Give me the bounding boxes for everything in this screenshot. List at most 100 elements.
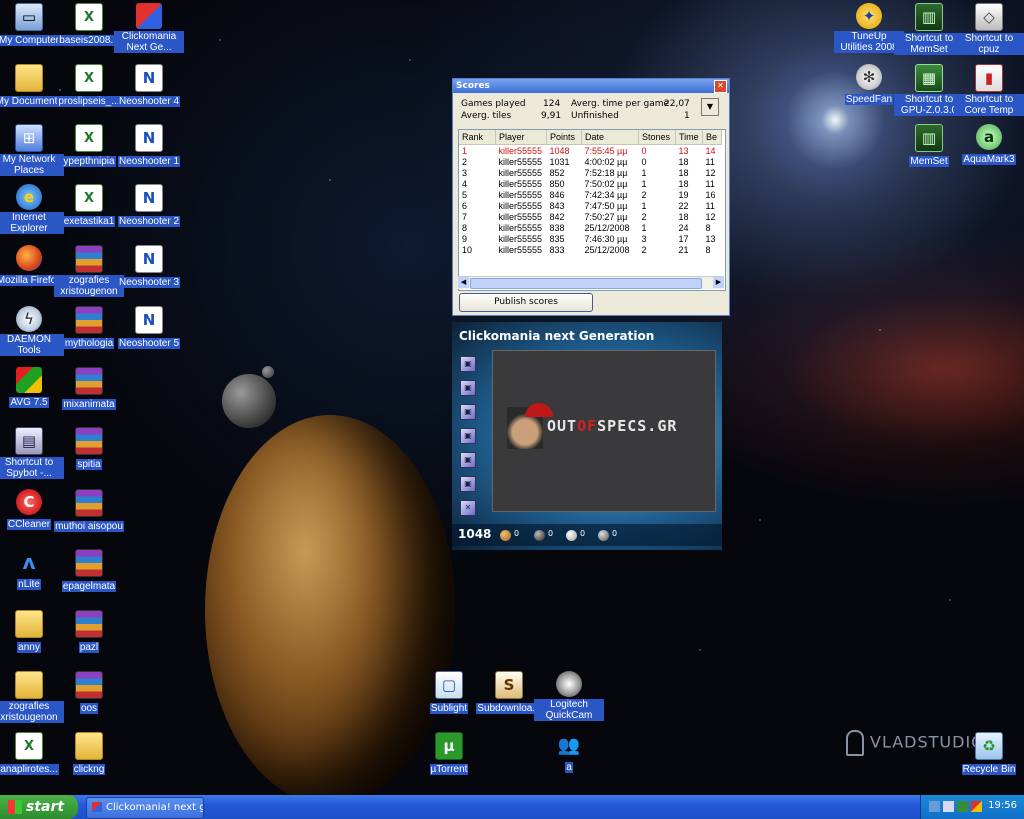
dark-ball-icon — [534, 530, 545, 541]
table-cell: 7:46:30 µµ — [584, 233, 628, 244]
desktop-icon-oos[interactable]: oos — [54, 671, 124, 714]
close-icon[interactable]: ✕ — [460, 500, 476, 516]
desktop-icon-spitia[interactable]: spitia — [54, 427, 124, 470]
desktop-icon-recycle-bin[interactable]: ♻ Recycle Bin — [954, 732, 1024, 775]
folder-icon — [15, 671, 43, 699]
dropdown-arrow-icon[interactable]: ▼ — [701, 98, 719, 116]
desktop-icon-neoshooter-1[interactable]: N Neoshooter 1 — [114, 124, 184, 167]
table-row[interactable]: 6 killer55555 843 7:47:50 µµ 1 22 11 — [459, 200, 722, 211]
table-cell: 13 — [678, 145, 689, 156]
game-board[interactable]: OUTOFSPECS.GR — [492, 350, 716, 512]
aquamark-icon: a — [976, 124, 1002, 150]
unfinished-value: 1 — [684, 111, 690, 121]
column-header[interactable]: Points — [546, 130, 582, 145]
table-cell: killer55555 — [498, 145, 543, 156]
cube-tool-icon[interactable]: ▣ — [460, 428, 476, 444]
horizontal-scrollbar[interactable]: ◀ ▶ — [458, 276, 724, 289]
cube-tool-icon[interactable]: ▣ — [460, 476, 476, 492]
desktop-icon-a[interactable]: 👥 a — [534, 732, 604, 773]
desktop-icon-epagelmata[interactable]: epagelmata — [54, 549, 124, 592]
table-cell: 8 — [705, 222, 711, 233]
shield-tray-icon[interactable] — [957, 801, 968, 812]
scroll-right-icon[interactable]: ▶ — [713, 277, 724, 288]
figure-icon — [846, 730, 864, 756]
column-header[interactable]: Date — [581, 130, 639, 145]
table-row[interactable]: 1 killer55555 1048 7:55:45 µµ 0 13 14 — [459, 145, 722, 157]
desktop-icon-cpuz[interactable]: ◇ Shortcut to cpuz — [954, 3, 1024, 55]
desktop-icon-muthoi-aisopou[interactable]: muthoi aisopou — [54, 489, 124, 532]
table-cell: 11 — [705, 200, 715, 211]
column-header[interactable]: Player — [495, 130, 547, 145]
table-row[interactable]: 3 killer55555 852 7:52:18 µµ 1 18 12 — [459, 167, 722, 178]
table-row[interactable]: 9 killer55555 835 7:46:30 µµ 3 17 13 — [459, 233, 722, 244]
firefox-icon — [16, 245, 42, 271]
table-row[interactable]: 5 killer55555 846 7:42:34 µµ 2 19 16 — [459, 189, 722, 200]
desktop-icon-coretemp[interactable]: ▮ Shortcut to Core Temp — [954, 64, 1024, 116]
table-cell: 18 — [678, 156, 689, 167]
scores-table[interactable]: Rank Player Points Date Stones Time Be 1… — [458, 129, 726, 291]
table-cell: 18 — [678, 167, 689, 178]
table-row[interactable]: 7 killer55555 842 7:50:27 µµ 2 18 12 — [459, 211, 722, 222]
table-cell: 843 — [549, 200, 565, 211]
my-computer-icon: ▭ — [15, 3, 43, 31]
table-cell: 7:52:18 µµ — [584, 167, 628, 178]
scroll-left-icon[interactable]: ◀ — [458, 277, 469, 288]
cube-tool-icon[interactable]: ▣ — [460, 356, 476, 372]
game-status-bar: 1048 0 0 0 0 — [452, 524, 722, 546]
table-cell: 13 — [705, 233, 716, 244]
table-cell: 2 — [641, 189, 647, 200]
neoshooter-icon: N — [135, 306, 163, 334]
cube-tool-icon[interactable]: ▣ — [460, 452, 476, 468]
clock[interactable]: 19:56 — [988, 800, 1017, 811]
scrollbar-thumb[interactable] — [470, 278, 702, 289]
publish-scores-button[interactable]: Publish scores — [459, 293, 593, 312]
app-tray-icon[interactable] — [971, 801, 982, 812]
subdownloader-icon: S — [495, 671, 523, 699]
column-header[interactable]: Stones — [638, 130, 676, 145]
table-cell: 4:00:02 µµ — [584, 156, 628, 167]
table-cell: 0 — [641, 145, 647, 156]
recycle-bin-icon: ♻ — [975, 732, 1003, 760]
cpuz-icon: ◇ — [975, 3, 1003, 31]
taskbar-button-clickomania[interactable]: Clickomania! next ge... — [86, 797, 204, 819]
desktop-icon-mixanimata[interactable]: mixanimata — [54, 367, 124, 410]
start-button[interactable]: start — [0, 795, 78, 819]
averg-time-label: Averg. time per game — [571, 99, 670, 109]
table-row[interactable]: 8 killer55555 838 25/12/2008 1 24 8 — [459, 222, 722, 233]
table-cell: 7 — [462, 211, 468, 222]
monitor-tray-icon[interactable] — [943, 801, 954, 812]
game-title: Clickomania next Generation — [459, 329, 655, 343]
table-row[interactable]: 2 killer55555 1031 4:00:02 µµ 0 18 11 — [459, 156, 722, 167]
desktop-icon-quickcam[interactable]: Logitech QuickCam — [534, 671, 604, 721]
network-tray-icon[interactable] — [929, 801, 940, 812]
desktop-icon-aquamark[interactable]: a AquaMark3 — [954, 124, 1024, 165]
cube-tool-icon[interactable]: ▣ — [460, 404, 476, 420]
excel-icon: X — [75, 3, 103, 31]
table-cell: 846 — [549, 189, 565, 200]
column-header[interactable]: Be — [702, 130, 722, 145]
desktop-icon-utorrent[interactable]: µ µTorrent — [414, 732, 484, 775]
clickomania-icon — [92, 802, 102, 812]
desktop-icon-neoshooter-2[interactable]: N Neoshooter 2 — [114, 184, 184, 227]
column-header[interactable]: Rank — [459, 130, 496, 145]
close-icon[interactable]: ✕ — [714, 80, 727, 93]
table-row[interactable]: 4 killer55555 850 7:50:02 µµ 1 18 11 — [459, 178, 722, 189]
table-row[interactable]: 10 killer55555 833 25/12/2008 2 21 8 — [459, 244, 722, 255]
table-cell: killer55555 — [498, 233, 543, 244]
table-cell: 3 — [462, 167, 468, 178]
desktop-icon-pazl[interactable]: pazl — [54, 610, 124, 653]
desktop-icon-clickng[interactable]: clickng — [54, 732, 124, 775]
desktop-icon-neoshooter-3[interactable]: N Neoshooter 3 — [114, 245, 184, 288]
table-cell: 24 — [678, 222, 689, 233]
table-cell: 11 — [705, 156, 715, 167]
scores-title-bar[interactable]: Scores ✕ — [453, 79, 729, 93]
desktop-icon-neoshooter-5[interactable]: N Neoshooter 5 — [114, 306, 184, 349]
cube-tool-icon[interactable]: ▣ — [460, 380, 476, 396]
column-header[interactable]: Time — [675, 130, 703, 145]
neoshooter-icon: N — [135, 184, 163, 212]
desktop-icon-clickomania[interactable]: Clickomania Next Ge... — [114, 3, 184, 53]
table-cell: killer55555 — [498, 200, 543, 211]
desktop-icon-neoshooter-4[interactable]: N Neoshooter 4 — [114, 64, 184, 107]
table-cell: killer55555 — [498, 211, 543, 222]
excel-icon: X — [75, 124, 103, 152]
